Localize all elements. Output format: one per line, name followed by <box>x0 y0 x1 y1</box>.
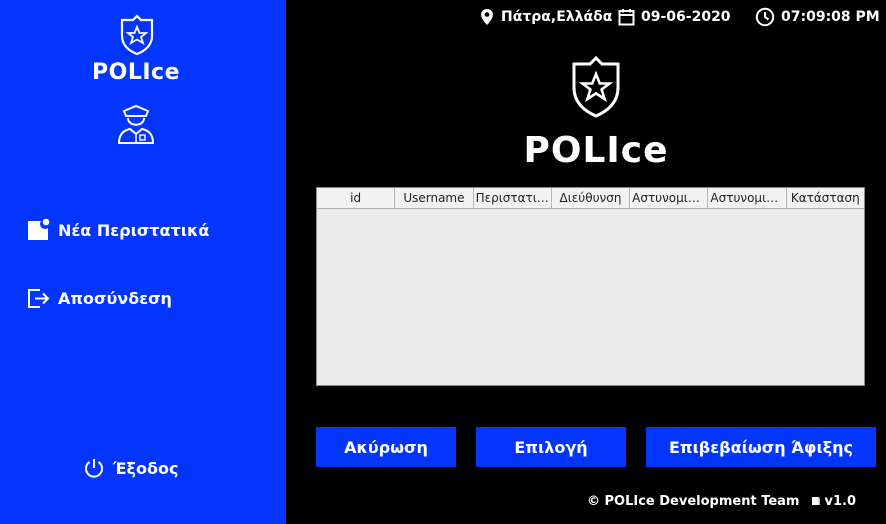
logout-icon <box>28 289 50 308</box>
police-badge-large-icon <box>569 55 623 123</box>
date-info: 09-06-2020 <box>618 8 731 26</box>
main-brand-title: POLIce <box>523 130 669 171</box>
version-icon <box>812 497 821 505</box>
version-text: v1.0 <box>824 494 856 509</box>
column-header-username[interactable]: Username <box>395 188 474 208</box>
time-text: 07:09:08 PM <box>781 9 880 25</box>
select-button[interactable]: Επιλογή <box>476 427 626 467</box>
clock-icon <box>755 7 775 27</box>
sidebar-brand: POLIce <box>92 60 180 85</box>
cancel-button[interactable]: Ακύρωση <box>316 427 456 467</box>
incidents-table[interactable]: id Username Περιστατικό Διεύθυνση Αστυνο… <box>316 187 865 386</box>
sidebar: POLIce Νέα Περιστατικά Αποσύνδεση Έξοδος <box>0 0 286 524</box>
table-body <box>317 209 864 385</box>
time-info: 07:09:08 PM <box>755 7 880 27</box>
sidebar-item-label: Νέα Περιστατικά <box>58 220 210 240</box>
column-header-police-station[interactable]: Αστυνομική ... <box>708 188 787 208</box>
credits-text: © POLIce Development Team <box>586 494 800 509</box>
sidebar-item-label: Αποσύνδεση <box>58 288 172 308</box>
footer: © POLIce Development Team v1.0 <box>587 494 856 509</box>
location-info: Πάτρα,Ελλάδα <box>479 8 612 26</box>
location-pin-icon <box>481 9 493 25</box>
exit-label: Έξοδος <box>113 458 179 478</box>
column-header-address[interactable]: Διεύθυνση <box>552 188 631 208</box>
location-text: Πάτρα,Ελλάδα <box>501 9 613 25</box>
police-officer-icon <box>116 103 156 149</box>
exit-button[interactable]: Έξοδος <box>83 457 178 479</box>
calendar-icon <box>618 9 635 26</box>
column-header-incident[interactable]: Περιστατικό <box>474 188 552 208</box>
column-header-status[interactable]: Κατάσταση <box>787 188 864 208</box>
police-badge-icon <box>118 14 156 60</box>
date-text: 09-06-2020 <box>641 9 731 25</box>
version-info: v1.0 <box>811 494 856 509</box>
confirm-arrival-button[interactable]: Επιβεβαίωση Άφιξης <box>646 427 876 467</box>
table-header: id Username Περιστατικό Διεύθυνση Αστυνο… <box>317 188 864 209</box>
column-header-id[interactable]: id <box>317 188 396 208</box>
new-incident-icon <box>28 218 50 240</box>
power-icon <box>85 459 103 478</box>
sidebar-item-new-incidents[interactable]: Νέα Περιστατικά <box>26 218 209 242</box>
sidebar-item-logout[interactable]: Αποσύνδεση <box>26 286 172 310</box>
column-header-officer[interactable]: Αστυνομικός <box>630 188 709 208</box>
